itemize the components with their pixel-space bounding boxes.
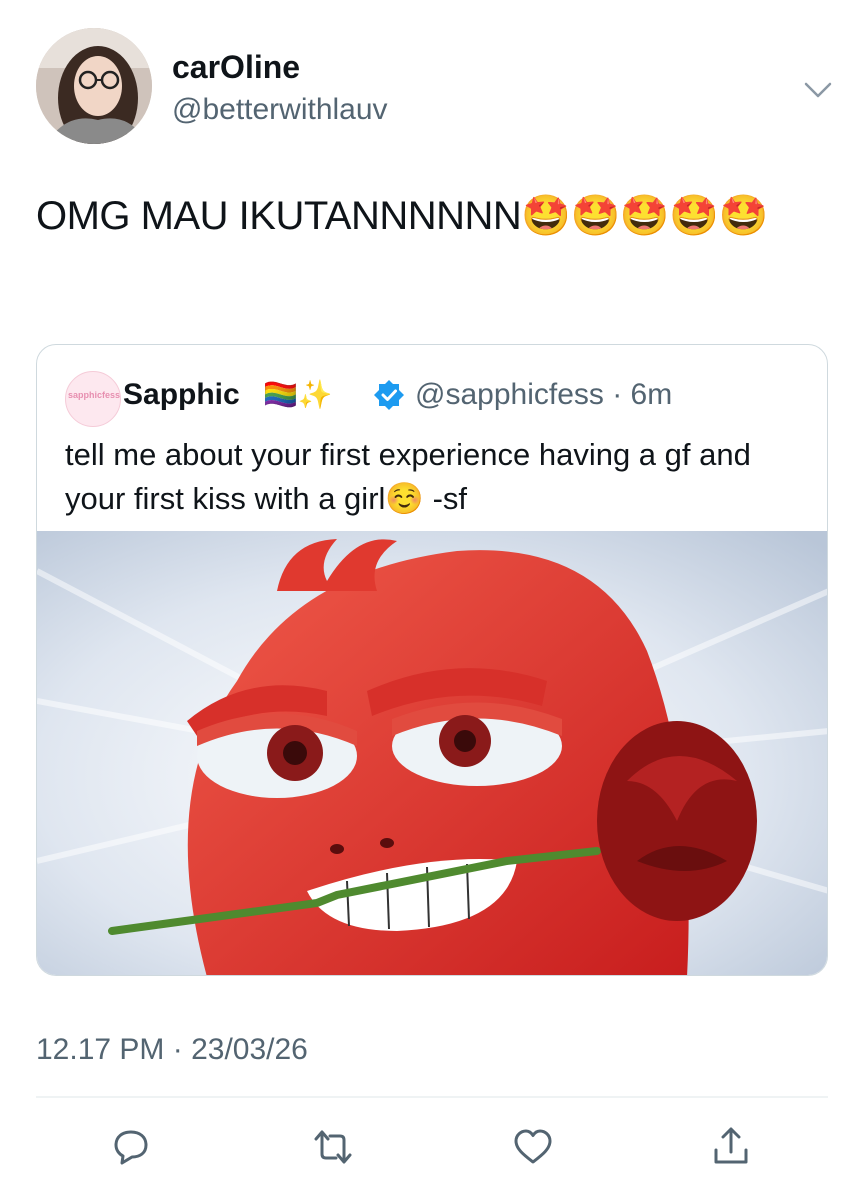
quoted-avatar-logo-text: sapphicfess (68, 390, 120, 400)
tweet-timestamp[interactable]: 12.17 PM · 23/03/26 (36, 1032, 308, 1068)
share-button[interactable] (708, 1124, 754, 1170)
retweet-button[interactable] (310, 1124, 356, 1170)
more-options-chevron-icon[interactable] (800, 72, 836, 108)
retweet-icon (314, 1130, 352, 1164)
avatar-photo (36, 28, 152, 144)
tweet-text: OMG MAU IKUTANNNNNN🤩🤩🤩🤩🤩 (36, 194, 768, 238)
reply-button[interactable] (108, 1124, 154, 1170)
author-display-name[interactable]: carOline (172, 48, 300, 86)
quoted-name-emojis: 🏳️‍🌈✨ (263, 379, 333, 410)
like-icon (514, 1129, 552, 1164)
author-avatar[interactable] (36, 28, 152, 144)
author-handle[interactable]: @betterwithlauv (172, 92, 388, 128)
quoted-media-image[interactable] (37, 531, 827, 975)
like-button[interactable] (510, 1124, 556, 1170)
reply-icon (114, 1130, 148, 1165)
quoted-tweet-text: tell me about your first experience havi… (65, 437, 751, 516)
share-icon (714, 1127, 748, 1164)
quoted-tweet-card[interactable]: sapphicfess Sapphic 🏳️‍🌈✨ @sapphicfess ·… (36, 344, 828, 976)
verified-badge-icon (373, 379, 405, 411)
quoted-avatar[interactable]: sapphicfess (65, 371, 121, 427)
quoted-handle-time[interactable]: @sapphicfess · 6m (415, 377, 672, 413)
quoted-display-name[interactable]: Sapphic (123, 377, 240, 413)
divider (36, 1096, 828, 1098)
